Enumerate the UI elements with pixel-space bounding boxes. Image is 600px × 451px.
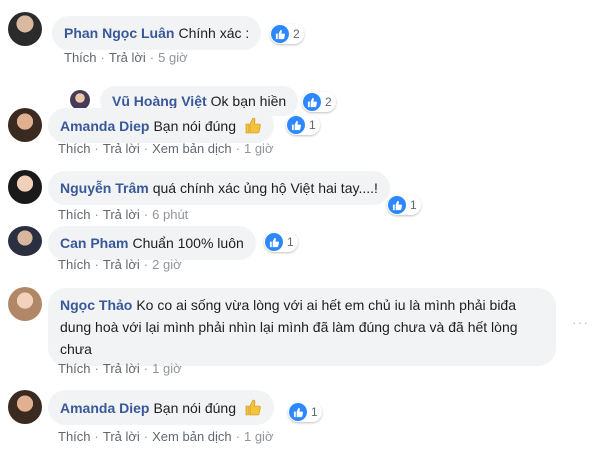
reaction-count[interactable]: 1 bbox=[387, 195, 421, 215]
reaction-number: 1 bbox=[309, 118, 316, 132]
comment-actions: Thích · Trả lời · 6 phút bbox=[58, 207, 189, 222]
comment-time[interactable]: 6 phút bbox=[152, 207, 188, 222]
reaction-number: 1 bbox=[311, 405, 318, 419]
reaction-number: 2 bbox=[293, 27, 300, 41]
thumbs-up-emoji-icon bbox=[244, 398, 262, 416]
comment-author[interactable]: Vũ Hoàng Việt bbox=[112, 93, 207, 109]
comment-bubble: Can Pham Chuẩn 100% luôn bbox=[48, 226, 256, 260]
comment-actions: Thích · Trả lời · 1 giờ bbox=[58, 361, 182, 376]
comment-text: Chuẩn 100% luôn bbox=[132, 235, 244, 251]
like-link[interactable]: Thích bbox=[58, 141, 91, 156]
reply-link[interactable]: Trả lời bbox=[103, 257, 140, 272]
comment-time[interactable]: 2 giờ bbox=[152, 257, 182, 272]
comment-bubble: Amanda Diep Bạn nói đúng bbox=[48, 390, 274, 425]
like-link[interactable]: Thích bbox=[58, 207, 91, 222]
avatar[interactable] bbox=[8, 170, 42, 204]
comment-author[interactable]: Ngọc Thảo bbox=[60, 297, 132, 313]
reaction-count[interactable]: 2 bbox=[302, 92, 336, 112]
like-link[interactable]: Thích bbox=[64, 50, 97, 65]
comment-text: Chính xác : bbox=[178, 25, 250, 41]
comment-time[interactable]: 1 giờ bbox=[244, 141, 274, 156]
comment-text: Ok bạn hiền bbox=[210, 93, 287, 109]
like-icon bbox=[303, 93, 321, 111]
translate-link[interactable]: Xem bản dịch bbox=[152, 429, 232, 444]
like-icon bbox=[271, 25, 289, 43]
comment-bubble: Nguyễn Trâm quá chính xác ủng hộ Việt hai… bbox=[48, 171, 390, 205]
reply-link[interactable]: Trả lời bbox=[103, 207, 140, 222]
like-icon bbox=[388, 196, 406, 214]
reaction-count[interactable]: 2 bbox=[270, 24, 304, 44]
like-icon bbox=[289, 403, 307, 421]
comment-author[interactable]: Amanda Diep bbox=[60, 400, 149, 416]
comment-time[interactable]: 5 giờ bbox=[158, 50, 188, 65]
comment-time[interactable]: 1 giờ bbox=[152, 361, 182, 376]
avatar[interactable] bbox=[8, 390, 42, 424]
like-link[interactable]: Thích bbox=[58, 361, 91, 376]
reaction-number: 1 bbox=[287, 235, 294, 249]
avatar[interactable] bbox=[8, 226, 42, 256]
reply-link[interactable]: Trả lời bbox=[103, 361, 140, 376]
comment-author[interactable]: Can Pham bbox=[60, 235, 128, 251]
comment-time[interactable]: 1 giờ bbox=[244, 429, 274, 444]
reaction-count[interactable]: 1 bbox=[288, 402, 322, 422]
avatar[interactable] bbox=[70, 90, 90, 110]
like-icon bbox=[287, 116, 305, 134]
reaction-number: 2 bbox=[325, 95, 332, 109]
reply-link[interactable]: Trả lời bbox=[109, 50, 146, 65]
comment-author[interactable]: Phan Ngọc Luân bbox=[64, 25, 174, 41]
like-link[interactable]: Thích bbox=[58, 429, 91, 444]
comment-actions: Thích · Trả lời · 5 giờ bbox=[64, 50, 188, 65]
comment-text: quá chính xác ủng hộ Việt hai tay....! bbox=[152, 180, 378, 196]
comment-bubble: Ngọc Thảo Ko co ai sống vừa lòng với ai h… bbox=[48, 288, 556, 366]
like-link[interactable]: Thích bbox=[58, 257, 91, 272]
comment-author[interactable]: Nguyễn Trâm bbox=[60, 180, 149, 196]
more-options-icon[interactable]: ··· bbox=[572, 314, 589, 330]
reply-link[interactable]: Trả lời bbox=[103, 141, 140, 156]
translate-link[interactable]: Xem bản dịch bbox=[152, 141, 232, 156]
comment-actions: Thích · Trả lời · 2 giờ bbox=[58, 257, 182, 272]
comment-author[interactable]: Amanda Diep bbox=[60, 118, 149, 134]
reply-link[interactable]: Trả lời bbox=[103, 429, 140, 444]
avatar[interactable] bbox=[8, 108, 42, 142]
reaction-count[interactable]: 1 bbox=[264, 232, 298, 252]
comment-bubble: Phan Ngọc Luân Chính xác : bbox=[52, 16, 262, 50]
comment-actions: Thích · Trả lời · Xem bản dịch · 1 giờ bbox=[58, 429, 274, 444]
reaction-number: 1 bbox=[410, 198, 417, 212]
comment-text: Bạn nói đúng bbox=[153, 400, 236, 416]
reaction-count[interactable]: 1 bbox=[286, 115, 320, 135]
like-icon bbox=[265, 233, 283, 251]
avatar[interactable] bbox=[8, 12, 42, 46]
comment-bubble: Amanda Diep Bạn nói đúng bbox=[48, 108, 274, 143]
comment-actions: Thích · Trả lời · Xem bản dịch · 1 giờ bbox=[58, 141, 274, 156]
avatar[interactable] bbox=[8, 287, 42, 321]
comment-text: Bạn nói đúng bbox=[153, 118, 236, 134]
thumbs-up-emoji-icon bbox=[244, 116, 262, 134]
